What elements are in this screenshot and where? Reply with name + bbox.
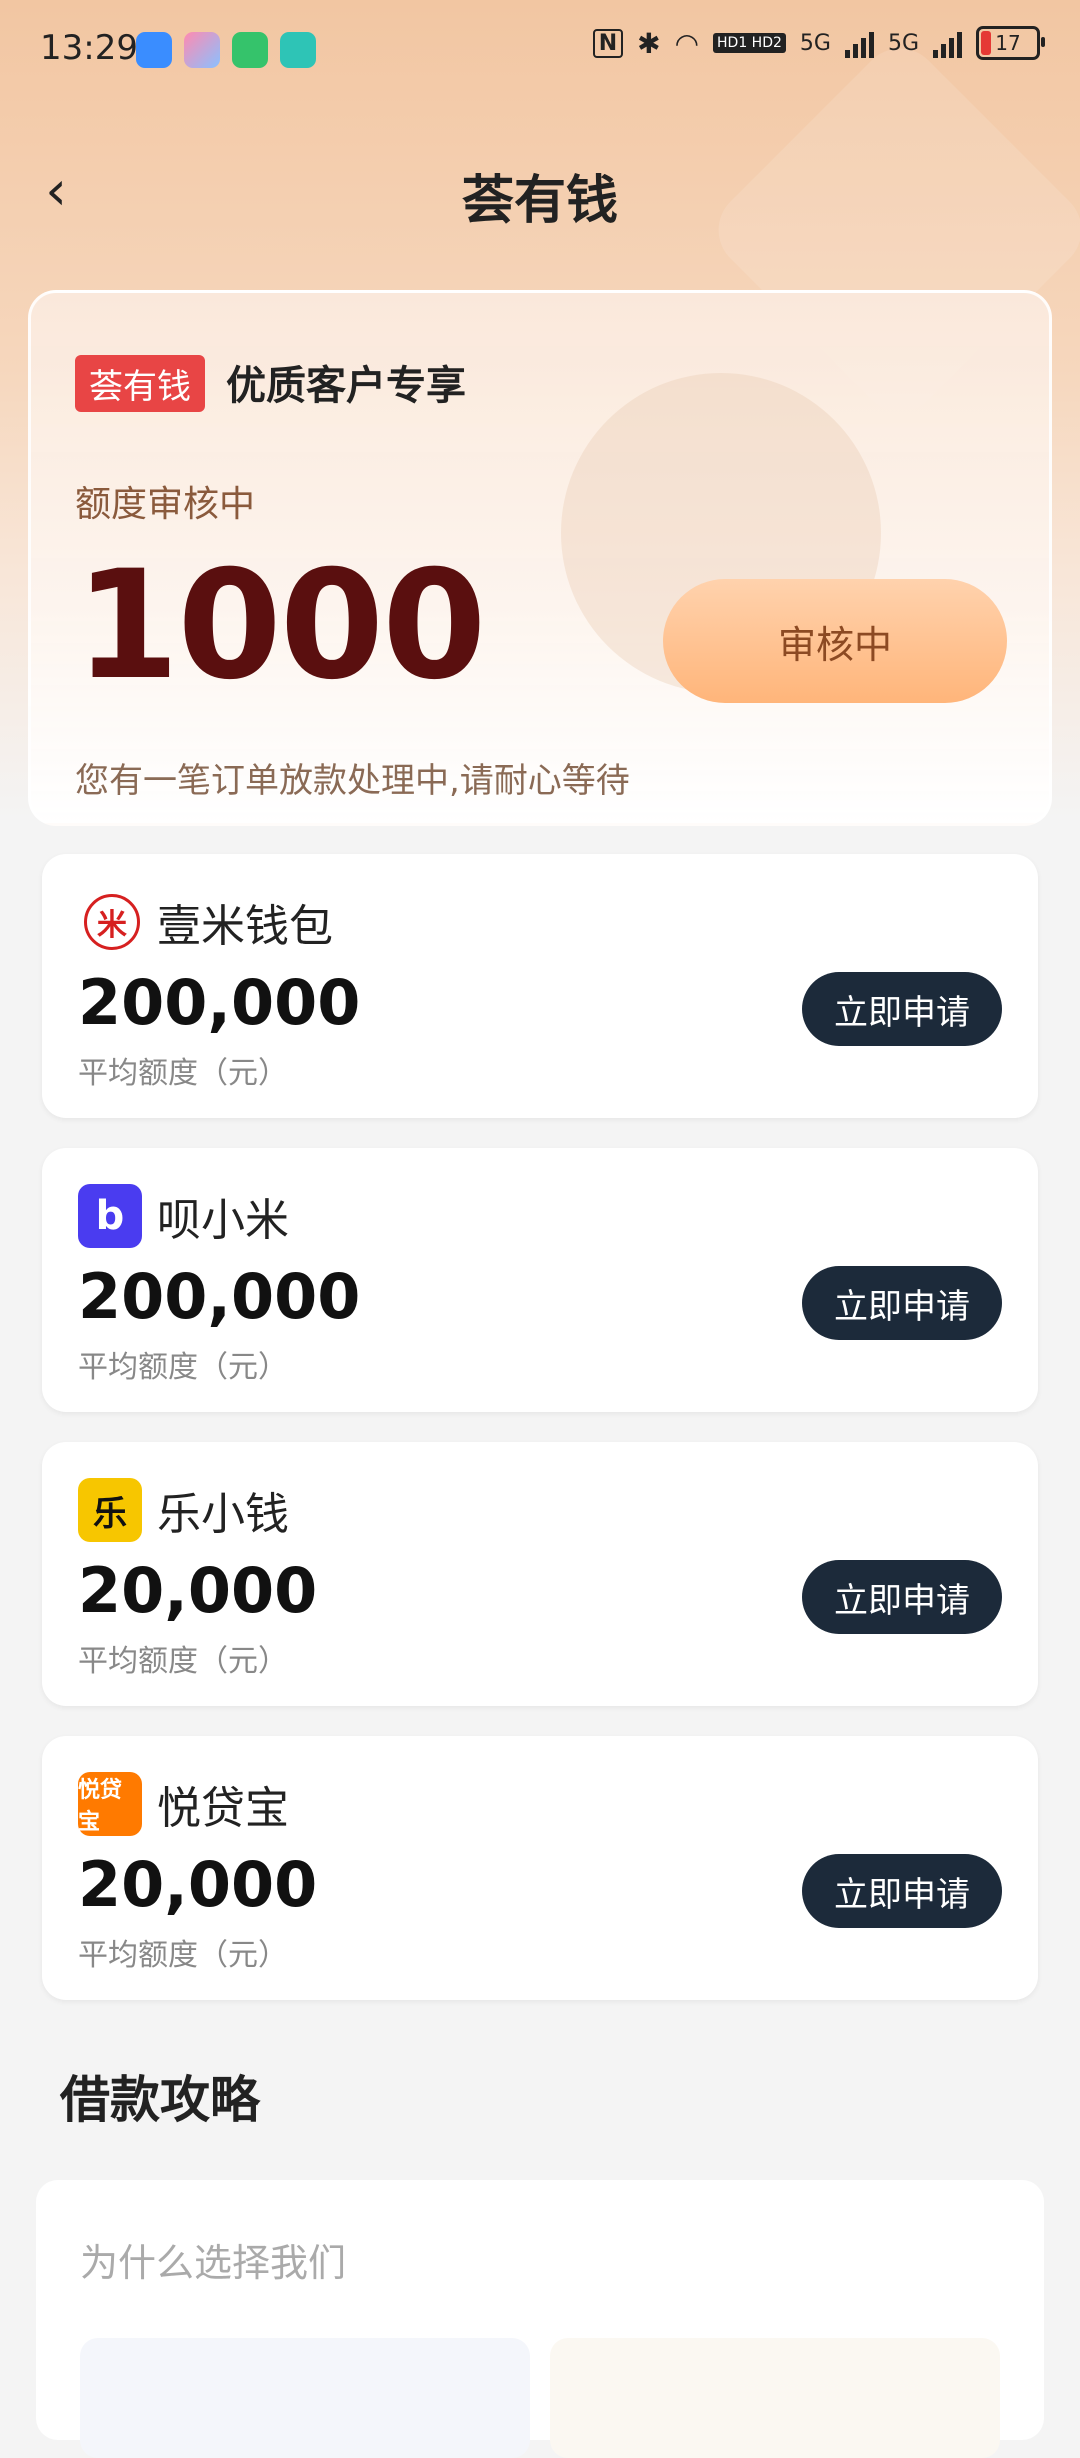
product-name: 壹米钱包 [157,901,333,952]
guide-subtitle: 为什么选择我们 [80,2241,347,2285]
credit-status-card: 荟有钱 优质客户专享 额度审核中 1000 审核中 您有一笔订单放款处理中,请耐… [28,290,1052,826]
status-right: N ✱ ◠ HD1 HD2 5G 5G 17 [592,26,1045,60]
hd-icon: HD1 HD2 [713,33,786,53]
brand-tag: 荟有钱 [75,355,205,412]
page-title: 荟有钱 [461,171,618,231]
product-card[interactable]: 米 壹米钱包 200,000 平均额度（元） 立即申请 [42,854,1038,1118]
signal-1-icon [844,28,874,58]
wifi-icon: ◠ [674,26,700,60]
store-notification-icon [184,32,220,68]
battery-level [981,31,991,55]
review-status-button[interactable]: 审核中 [663,579,1007,703]
product-card[interactable]: b 呗小米 200,000 平均额度（元） 立即申请 [42,1148,1038,1412]
message-notification-icon [232,32,268,68]
apply-button[interactable]: 立即申请 [802,972,1002,1046]
product-amount: 200,000 [78,1260,361,1333]
guide-card: 为什么选择我们 [36,2180,1044,2458]
product-name: 乐小钱 [157,1489,289,1540]
apply-button[interactable]: 立即申请 [802,1560,1002,1634]
app-notification-icon [136,32,172,68]
product-name: 呗小米 [157,1195,289,1246]
guide-feature-box[interactable] [80,2338,530,2458]
signal-2-icon [933,28,962,58]
product-amount-label: 平均额度（元） [78,1350,288,1385]
loan-processing-note: 您有一笔订单放款处理中,请耐心等待 [75,761,630,801]
product-card[interactable]: 乐 乐小钱 20,000 平均额度（元） 立即申请 [42,1442,1038,1706]
navigation-bar: ‹ 荟有钱 [0,140,1080,240]
status-bar: 13:29 N ✱ ◠ HD1 HD2 5G 5G 17 [0,0,1080,100]
product-amount-label: 平均额度（元） [78,1644,288,1679]
product-name: 悦贷宝 [157,1783,289,1834]
bei-xiaomi-icon: b [78,1184,142,1248]
card-subtitle: 优质客户专享 [226,363,466,409]
nfc-icon: N [592,28,624,58]
credit-amount: 1000 [75,539,486,713]
bluetooth-icon: ✱ [637,26,661,60]
product-amount: 20,000 [78,1554,318,1627]
yue-daibao-icon: 悦贷宝 [78,1772,142,1836]
product-amount: 200,000 [78,966,361,1039]
product-amount-label: 平均额度（元） [78,1056,288,1091]
le-xiaoqian-icon: 乐 [78,1478,142,1542]
battery-percent: 17 [995,31,1021,55]
apply-button[interactable]: 立即申请 [802,1854,1002,1928]
battery-icon: 17 [976,26,1045,60]
apply-button[interactable]: 立即申请 [802,1266,1002,1340]
notification-icons [136,32,316,68]
section-title: 借款攻略 [60,2071,260,2129]
assistant-notification-icon [280,32,316,68]
product-amount-label: 平均额度（元） [78,1938,288,1973]
limit-status-label: 额度审核中 [75,484,256,525]
network-label-1: 5G [799,30,831,56]
status-time: 13:29 [40,28,138,68]
mi-wallet-icon: 米 [84,894,140,950]
product-amount: 20,000 [78,1848,318,1921]
guide-feature-box[interactable] [550,2338,1000,2458]
network-label-2: 5G [887,30,919,56]
product-card[interactable]: 悦贷宝 悦贷宝 20,000 平均额度（元） 立即申请 [42,1736,1038,2000]
